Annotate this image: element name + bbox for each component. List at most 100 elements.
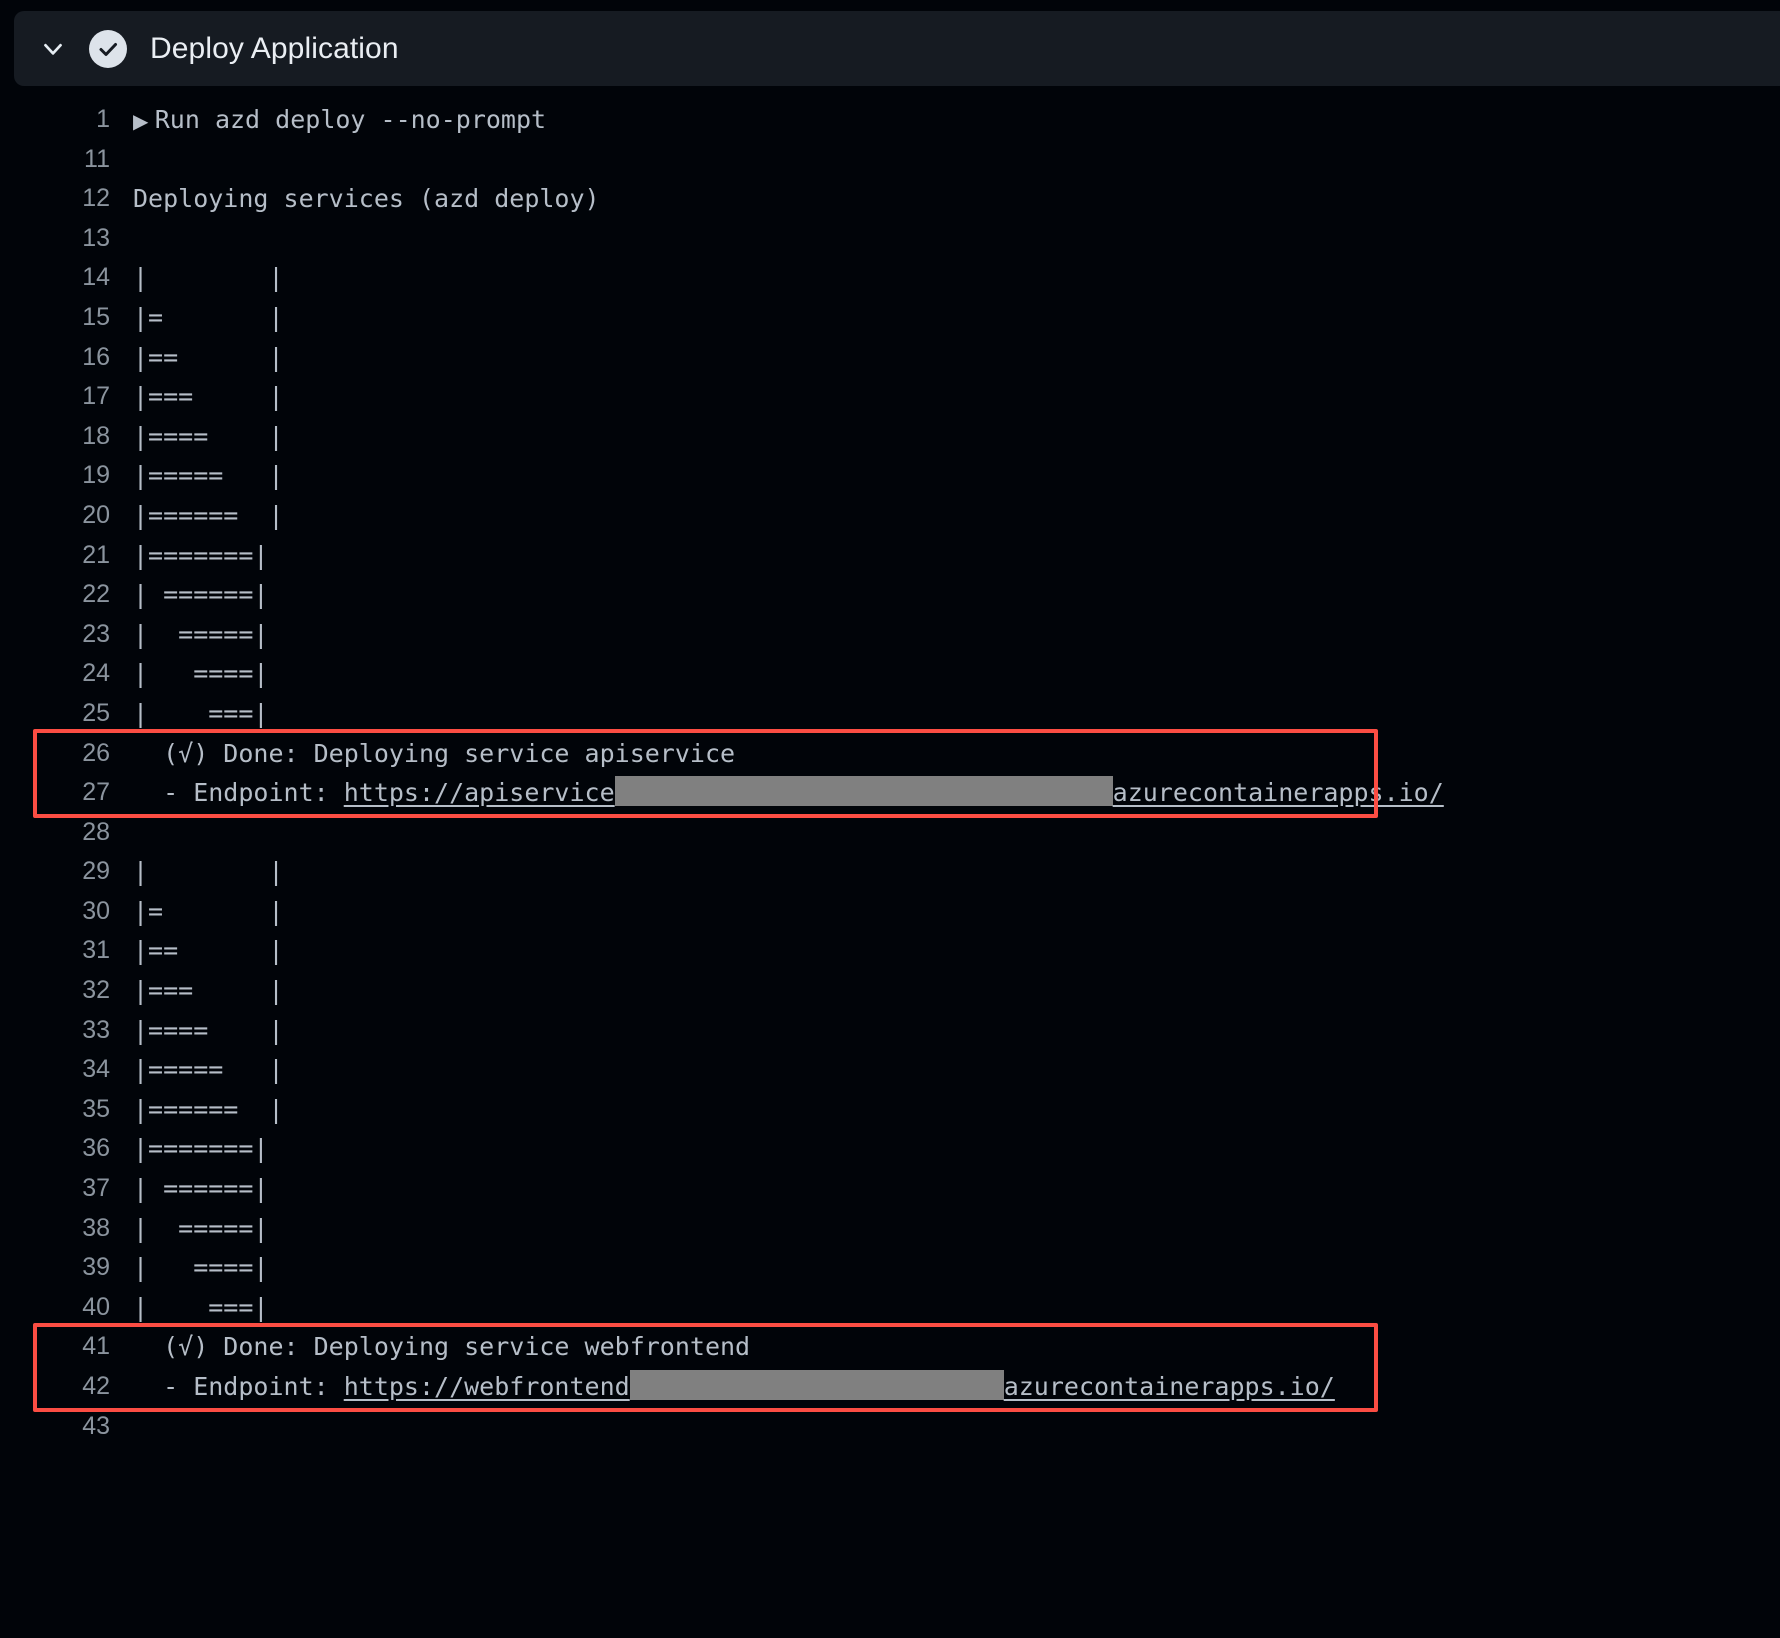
line-number: 41 (82, 1332, 110, 1361)
log-line: 12 Deploying services (azd deploy) (0, 179, 1780, 219)
line-number: 36 (82, 1134, 110, 1163)
log-line: 19 |===== | (0, 456, 1780, 496)
log-line: 37 | ======| (0, 1169, 1780, 1209)
log-line-text: |===== | (133, 1055, 284, 1085)
log-line: 18 |==== | (0, 417, 1780, 457)
command-text: Run azd deploy --no-prompt (154, 105, 547, 134)
endpoint-url-end: azurecontainerapps.io/ (1003, 1372, 1335, 1401)
log-line: 36 |=======| (0, 1129, 1780, 1169)
log-line: 17 |=== | (0, 377, 1780, 417)
log-line: 40 | ===| (0, 1288, 1780, 1328)
endpoint-label: - Endpoint: (133, 778, 344, 808)
log-line: 22 | ======| (0, 575, 1780, 615)
line-number: 33 (82, 1015, 110, 1044)
log-line-text: |=======| (133, 1134, 269, 1164)
log-line-text: (√) Done: Deploying service webfrontend (133, 1332, 751, 1362)
line-number: 29 (82, 857, 110, 886)
log-line-text: ▶ Run azd deploy --no-prompt (133, 100, 546, 142)
log-line-text: | =====| (133, 619, 269, 649)
log-line-text: |====== | (133, 1094, 284, 1124)
log-line: 28 (0, 813, 1780, 853)
line-number: 27 (82, 778, 110, 807)
line-number: 12 (82, 184, 110, 213)
check-circle-icon (89, 29, 127, 68)
log-line: 35 |====== | (0, 1090, 1780, 1130)
line-number: 28 (82, 817, 110, 846)
log-line: 20 |====== | (0, 496, 1780, 536)
log-line: 39 | ====| (0, 1248, 1780, 1288)
log-line: 33 |==== | (0, 1011, 1780, 1051)
line-number: 25 (82, 698, 110, 727)
log-line: 1 ▶ Run azd deploy --no-prompt (0, 100, 1780, 140)
chevron-down-icon[interactable] (36, 32, 70, 66)
log-output[interactable]: 1 ▶ Run azd deploy --no-prompt 11 12 Deployi… (0, 100, 1780, 1446)
log-line: 31 |== | (0, 931, 1780, 971)
line-number: 13 (82, 223, 110, 252)
log-line-text: | ======| (133, 580, 269, 610)
line-number: 32 (82, 976, 110, 1005)
endpoint-url-end: azurecontainerapps.io/ (1112, 778, 1444, 808)
log-line: 23 | =====| (0, 615, 1780, 655)
log-line: 32 |=== | (0, 971, 1780, 1011)
line-number: 19 (82, 461, 110, 490)
line-number: 21 (82, 540, 110, 569)
expand-triangle-icon[interactable]: ▶ (133, 109, 155, 133)
line-number: 16 (82, 342, 110, 371)
log-line: 30 |= | (0, 892, 1780, 932)
line-number: 17 (82, 382, 110, 411)
redaction-block (629, 1370, 1004, 1400)
log-line: 16 |== | (0, 338, 1780, 378)
line-number: 38 (82, 1213, 110, 1242)
log-line-text: | | (133, 263, 284, 293)
log-line: 13 (0, 219, 1780, 259)
log-line-text: |= | (133, 302, 284, 332)
log-line: 43 (0, 1407, 1780, 1447)
endpoint-url-start: https://webfrontend (343, 1372, 630, 1401)
endpoint-label: - Endpoint: (133, 1372, 344, 1401)
line-number: 39 (82, 1253, 110, 1282)
endpoint-url-start: https://apiservice (343, 778, 615, 808)
line-number: 26 (82, 738, 110, 767)
log-line-text: | ======| (133, 1174, 269, 1204)
log-line: 24 | ====| (0, 654, 1780, 694)
endpoint-link[interactable]: https://apiservice azurecontainerapps.io/ (343, 776, 1444, 808)
log-line-text: - Endpoint: https://webfrontend azurecont… (133, 1367, 1335, 1407)
line-number: 14 (82, 263, 110, 292)
log-line: 34 |===== | (0, 1050, 1780, 1090)
log-line-text: | ===| (133, 698, 269, 728)
redaction-block (614, 776, 1113, 807)
endpoint-link[interactable]: https://webfrontend azurecontainerapps.io… (343, 1370, 1335, 1401)
log-line: 42 - Endpoint: https://webfrontend azurec… (0, 1367, 1780, 1407)
log-line: 27 - Endpoint: https://apiservice azureco… (0, 773, 1780, 813)
log-line: 11 (0, 140, 1780, 180)
line-number: 42 (82, 1372, 110, 1400)
log-line: 25 | ===| (0, 694, 1780, 734)
line-number: 20 (82, 500, 110, 529)
log-line-text: | =====| (133, 1213, 269, 1243)
line-number: 31 (82, 936, 110, 965)
log-line-text: |== | (133, 936, 284, 966)
line-number: 30 (82, 896, 110, 925)
log-line: 26 (√) Done: Deploying service apiservic… (0, 734, 1780, 774)
step-header[interactable]: Deploy Application (14, 11, 1780, 86)
log-line-text: - Endpoint: https://apiservice azureconta… (133, 773, 1444, 813)
log-line-text: | ===| (133, 1292, 269, 1322)
line-number: 40 (82, 1292, 110, 1321)
log-line-text: |== | (133, 342, 284, 372)
line-number: 37 (82, 1174, 110, 1203)
log-line: 29 | | (0, 852, 1780, 892)
log-line-text: |==== | (133, 1015, 284, 1045)
line-number: 11 (84, 144, 110, 173)
log-line-text: | ====| (133, 659, 269, 689)
log-line-text: |==== | (133, 421, 284, 451)
log-line-text: |===== | (133, 461, 284, 491)
line-number: 34 (82, 1055, 110, 1084)
line-number: 35 (82, 1094, 110, 1123)
log-line-text: Deploying services (azd deploy) (133, 184, 600, 214)
log-line-text: |=== | (133, 382, 284, 412)
log-line-text: | | (133, 857, 284, 887)
log-line: 14 | | (0, 258, 1780, 298)
page-title: Deploy Application (150, 31, 399, 65)
log-line-text: |= | (133, 896, 284, 926)
line-number: 22 (82, 580, 110, 609)
